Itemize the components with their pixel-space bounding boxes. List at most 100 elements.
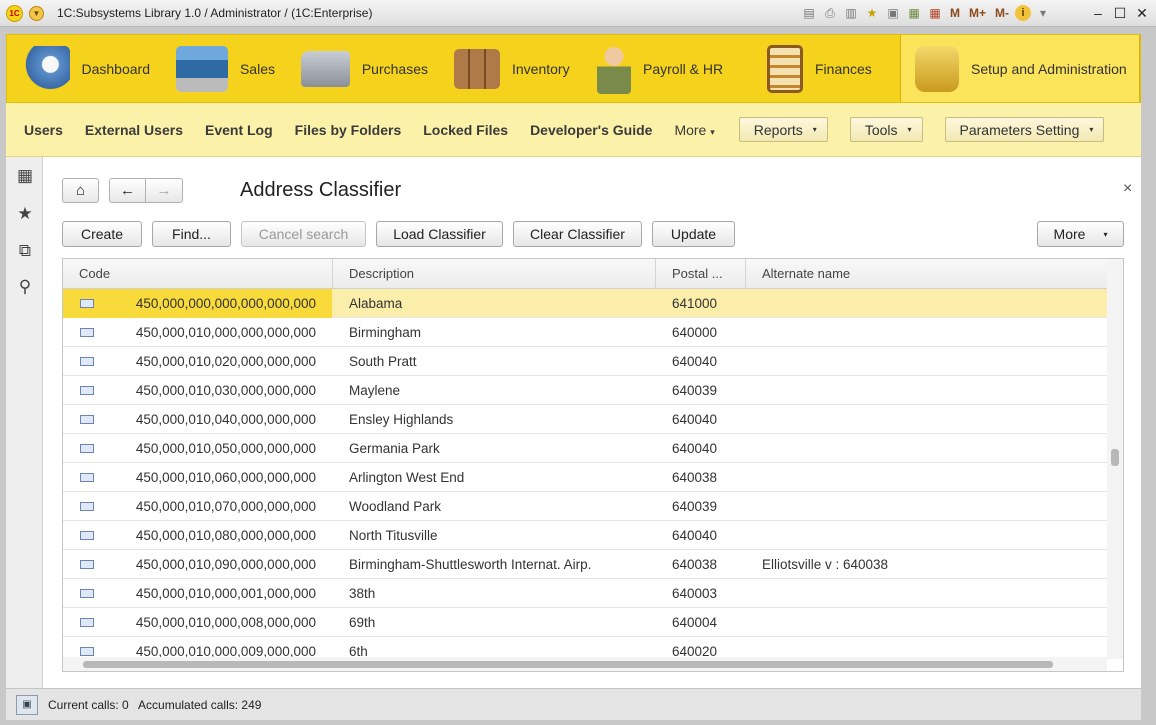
find-button[interactable]: Find... [152, 221, 231, 247]
load-classifier-button[interactable]: Load Classifier [376, 221, 503, 247]
clear-classifier-button[interactable]: Clear Classifier [513, 221, 642, 247]
table-row[interactable]: 450,000,010,020,000,000,000 South Pratt 64… [63, 347, 1107, 376]
cell-postal: 640040 [672, 528, 718, 543]
close-window-button[interactable]: ✕ [1132, 4, 1152, 22]
preview-icon[interactable]: ▥ [842, 4, 860, 22]
memory-plus-icon[interactable]: M+ [966, 4, 989, 22]
cmd-locked-files[interactable]: Locked Files [423, 122, 508, 138]
cmd-event-log[interactable]: Event Log [205, 122, 273, 138]
cell-alternate-name [762, 434, 1102, 463]
col-header-alternate-name[interactable]: Alternate name [746, 259, 1107, 289]
memory-icon[interactable]: M [947, 4, 963, 22]
home-button[interactable]: ⌂ [62, 178, 99, 203]
scroll-thumb[interactable] [83, 661, 1053, 668]
classifier-item-icon [80, 415, 94, 424]
cmd-developers-guide[interactable]: Developer's Guide [530, 122, 652, 138]
horizontal-scrollbar[interactable] [63, 657, 1107, 671]
cell-alternate-name [762, 318, 1102, 347]
cell-postal: 640004 [672, 615, 718, 630]
table-row[interactable]: 450,000,010,050,000,000,000 Germania Park… [63, 434, 1107, 463]
classifier-table[interactable]: Code Description Postal ... Alternate na… [62, 258, 1124, 672]
print-icon[interactable]: ⎙ [821, 4, 839, 22]
cmd-files-by-folders[interactable]: Files by Folders [295, 122, 402, 138]
table-row[interactable]: 450,000,010,060,000,000,000 Arlington Wes… [63, 463, 1107, 492]
cell-description: Germania Park [349, 441, 440, 456]
section-purchases[interactable]: Purchases [287, 35, 440, 102]
page-title: Address Classifier [240, 179, 402, 201]
cell-description: South Pratt [349, 354, 417, 369]
cmd-more[interactable]: More ▾ [674, 122, 714, 138]
table-row[interactable]: 450,000,010,080,000,000,000 North Titusvi… [63, 521, 1107, 550]
apps-grid-icon[interactable]: ▦ [15, 166, 35, 186]
table-row[interactable]: 450,000,010,090,000,000,000 Birmingham-Sh… [63, 550, 1107, 579]
col-header-code[interactable]: Code [63, 259, 333, 289]
calculator-icon[interactable]: ▦ [905, 4, 923, 22]
table-row[interactable]: 450,000,010,000,008,000,000 69th 640004 [63, 608, 1107, 637]
table-row[interactable]: 450,000,010,000,000,000,000 Birmingham 640… [63, 318, 1107, 347]
table-row[interactable]: 450,000,010,000,001,000,000 38th 640003 [63, 579, 1107, 608]
forward-button[interactable]: → [145, 178, 183, 203]
main-menu-icon[interactable]: ▼ [29, 5, 44, 21]
arrow-left-icon: ← [120, 182, 135, 199]
col-header-postal[interactable]: Postal ... [656, 259, 746, 289]
info-dropdown-icon[interactable]: ▾ [1034, 4, 1052, 22]
vertical-scrollbar[interactable] [1107, 259, 1123, 659]
section-inventory[interactable]: Inventory [440, 35, 583, 102]
section-finances[interactable]: Finances [753, 35, 900, 102]
cell-postal: 640003 [672, 586, 718, 601]
search-icon[interactable]: ⚲ [15, 277, 35, 297]
home-icon: ⌂ [75, 182, 86, 199]
favorites-icon[interactable]: ★ [863, 4, 881, 22]
create-button[interactable]: Create [62, 221, 142, 247]
cmd-users[interactable]: Users [24, 122, 63, 138]
section-sales[interactable]: Sales [162, 35, 287, 102]
table-row[interactable]: 450,000,010,070,000,000,000 Woodland Park… [63, 492, 1107, 521]
more-actions-button[interactable]: More ▾ [1037, 221, 1124, 247]
favorites-star-icon[interactable]: ★ [15, 204, 35, 224]
table-row[interactable]: 450,000,010,040,000,000,000 Ensley Highla… [63, 405, 1107, 434]
table-row[interactable]: 450,000,000,000,000,000,000 Alabama 641000 [63, 289, 1107, 318]
cell-description: Woodland Park [349, 499, 442, 514]
cell-description: Ensley Highlands [349, 412, 454, 427]
cell-postal: 640040 [672, 354, 718, 369]
computer-status-icon[interactable]: ▣ [16, 694, 38, 715]
history-icon[interactable]: ▣ [884, 4, 902, 22]
maximize-button[interactable]: ☐ [1110, 4, 1130, 22]
cell-code: 450,000,010,060,000,000,000 [135, 470, 316, 485]
cell-code: 450,000,010,080,000,000,000 [135, 528, 316, 543]
close-form-button[interactable]: × [1123, 180, 1132, 198]
classifier-item-icon [80, 444, 94, 453]
person-icon [597, 43, 631, 94]
tools-dropdown[interactable]: Tools ▾ [849, 117, 923, 142]
section-dashboard[interactable]: Dashboard [7, 35, 162, 102]
table-body: 450,000,000,000,000,000,000 Alabama 641000… [63, 289, 1107, 666]
app-logo-icon[interactable]: 1C [6, 4, 23, 22]
cancel-search-button[interactable]: Cancel search [241, 221, 366, 247]
col-header-description[interactable]: Description [333, 259, 656, 289]
classifier-item-icon [80, 473, 94, 482]
cell-code: 450,000,010,000,001,000,000 [135, 586, 316, 601]
cash-register-icon [176, 45, 228, 92]
save-icon[interactable]: ▤ [800, 4, 818, 22]
cell-alternate-name [762, 405, 1102, 434]
scroll-thumb[interactable] [1111, 449, 1119, 466]
table-row[interactable]: 450,000,010,030,000,000,000 Maylene 640039 [63, 376, 1107, 405]
reports-dropdown[interactable]: Reports ▾ [738, 117, 828, 142]
cell-postal: 640038 [672, 470, 718, 485]
info-icon[interactable]: i [1015, 5, 1032, 21]
update-button[interactable]: Update [652, 221, 735, 247]
chevron-down-icon: ▾ [907, 125, 912, 134]
cell-description: Alabama [349, 296, 403, 311]
memory-minus-icon[interactable]: M- [992, 4, 1012, 22]
calendar-icon[interactable]: ▦ [926, 4, 944, 22]
cell-postal: 640039 [672, 499, 718, 514]
cmd-external-users[interactable]: External Users [85, 122, 183, 138]
cell-postal: 640039 [672, 383, 718, 398]
parameters-setting-dropdown[interactable]: Parameters Setting ▾ [944, 117, 1105, 142]
back-button[interactable]: ← [109, 178, 146, 203]
minimize-button[interactable]: – [1088, 4, 1108, 22]
section-payroll[interactable]: Payroll & HR [583, 35, 753, 102]
section-label: Sales [239, 60, 275, 77]
history-icon[interactable]: ⧉ [15, 241, 35, 261]
section-setup-administration[interactable]: Setup and Administration [900, 35, 1140, 102]
